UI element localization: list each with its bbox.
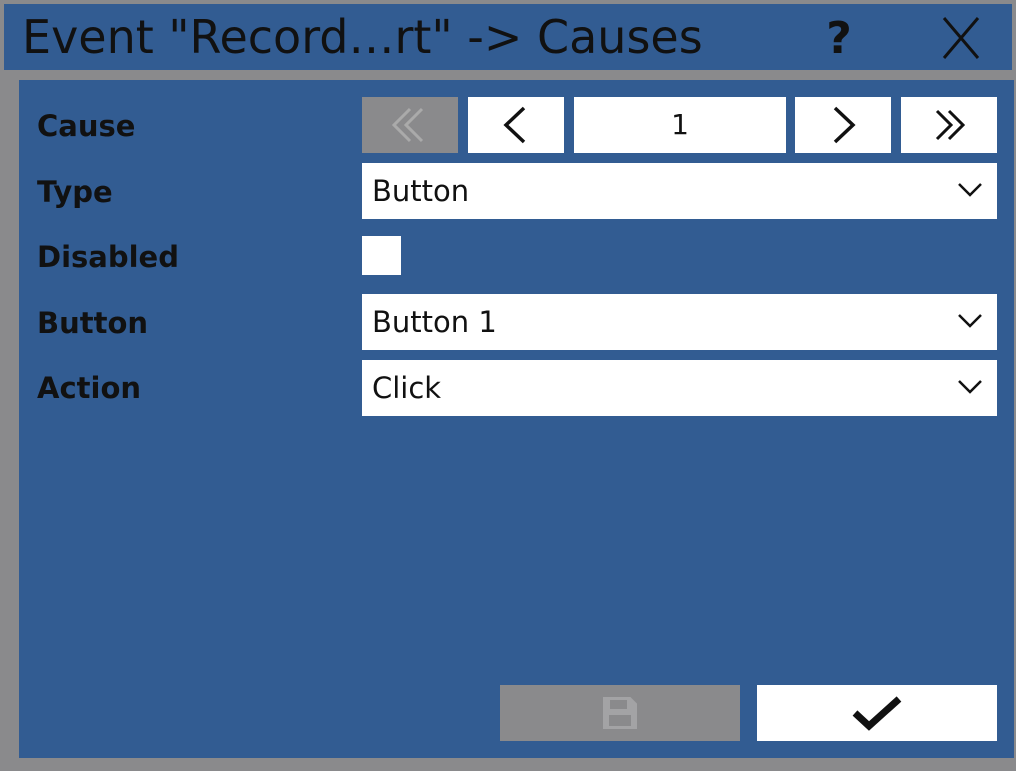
type-label: Type (37, 175, 113, 209)
dialog-window: Event "Record…rt" -> Causes ? Cause 1 Ty… (0, 0, 1016, 771)
save-button[interactable] (500, 685, 740, 741)
disabled-label: Disabled (37, 240, 179, 274)
type-select[interactable]: Button (362, 163, 997, 219)
action-select-value: Click (372, 371, 442, 405)
form-panel: Cause 1 Type Button Disabled Button Butt… (19, 80, 1014, 758)
next-cause-button[interactable] (795, 97, 891, 153)
chevron-down-icon (958, 183, 982, 197)
chevron-left-icon (503, 106, 526, 144)
close-icon (942, 17, 980, 59)
button-label: Button (37, 306, 149, 340)
double-chevron-left-icon (391, 107, 424, 143)
button-select-value: Button 1 (372, 305, 497, 339)
button-select[interactable]: Button 1 (362, 294, 997, 350)
chevron-right-icon (833, 106, 856, 144)
close-button[interactable] (932, 14, 990, 62)
cause-index-field[interactable]: 1 (574, 97, 786, 153)
cause-label: Cause (37, 109, 136, 143)
save-icon (603, 697, 637, 729)
action-select[interactable]: Click (362, 360, 997, 416)
window-title: Event "Record…rt" -> Causes (22, 10, 703, 64)
last-cause-button[interactable] (901, 97, 997, 153)
checkmark-icon (852, 696, 902, 731)
double-chevron-right-icon (935, 109, 966, 141)
type-select-value: Button (372, 174, 470, 208)
chevron-down-icon (958, 380, 982, 394)
first-cause-button[interactable] (362, 97, 458, 153)
confirm-button[interactable] (757, 685, 997, 741)
action-label: Action (37, 371, 142, 405)
chevron-down-icon (958, 314, 982, 328)
help-button[interactable]: ? (814, 8, 864, 66)
title-bar: Event "Record…rt" -> Causes ? (4, 4, 1012, 70)
disabled-checkbox[interactable] (362, 236, 401, 275)
previous-cause-button[interactable] (468, 97, 564, 153)
